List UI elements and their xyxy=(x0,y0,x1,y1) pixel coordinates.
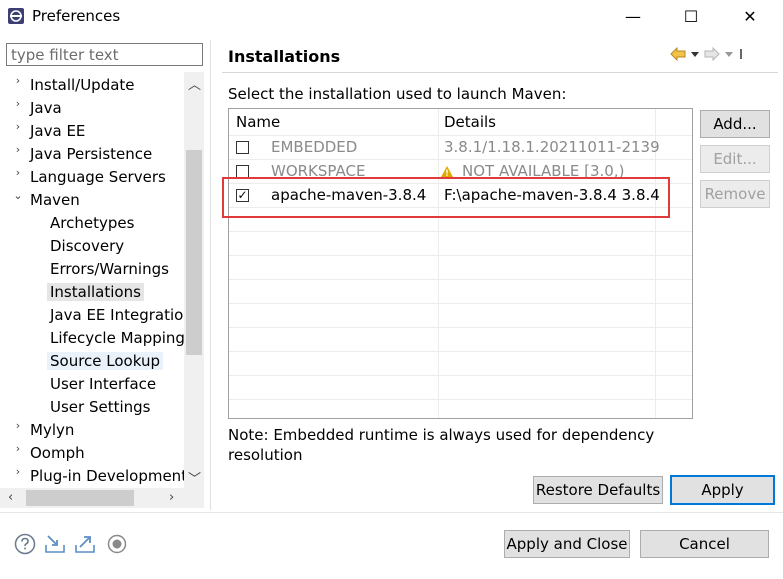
footer-separator xyxy=(0,512,783,513)
record-icon[interactable] xyxy=(106,533,128,555)
highlight-annotation-box xyxy=(222,177,670,218)
tree-vertical-scroll-thumb[interactable] xyxy=(186,150,202,355)
instruction-text: Select the installation used to launch M… xyxy=(228,85,567,103)
tree-horizontal-scroll-thumb[interactable] xyxy=(26,490,134,506)
minimize-button[interactable]: — xyxy=(610,0,656,32)
export-icon[interactable] xyxy=(74,533,96,555)
tree-item[interactable]: Java EE Integration xyxy=(50,304,193,326)
note-text: Note: Embedded runtime is always used fo… xyxy=(228,426,655,464)
help-icon[interactable] xyxy=(14,533,36,555)
tree-item-label: Oomph xyxy=(30,444,85,462)
row-divider xyxy=(229,279,692,280)
tree-item-label: Archetypes xyxy=(50,214,135,232)
collapsed-chevron-icon[interactable]: › xyxy=(11,442,25,464)
tree-item-label: Java Persistence xyxy=(30,145,153,163)
apply-button[interactable]: Apply xyxy=(670,475,775,505)
scroll-left-arrow-icon[interactable]: ‹ xyxy=(8,490,13,505)
tree-item[interactable]: Installations xyxy=(47,281,144,303)
collapsed-chevron-icon[interactable]: › xyxy=(11,74,25,96)
row-divider xyxy=(229,351,692,352)
import-icon[interactable] xyxy=(44,533,66,555)
scroll-right-arrow-icon[interactable]: › xyxy=(169,490,174,505)
tree-item-label: Java xyxy=(30,99,62,117)
add-button[interactable]: Add... xyxy=(700,110,770,138)
tree-item[interactable]: Archetypes xyxy=(50,212,134,234)
tree-item-label: Installations xyxy=(47,283,144,301)
tree-item[interactable]: Discovery xyxy=(50,235,124,257)
row-divider xyxy=(229,231,692,232)
collapsed-chevron-icon[interactable]: › xyxy=(11,143,25,165)
tree-item[interactable]: Source Lookup xyxy=(47,350,163,372)
tree-item-label: Errors/Warnings xyxy=(50,260,169,278)
scroll-up-arrow-icon[interactable]: ︿ xyxy=(188,74,201,93)
tree-item[interactable]: User Interface xyxy=(50,373,156,395)
tree-item[interactable]: Oomph xyxy=(30,442,85,464)
tree-item-label: Source Lookup xyxy=(47,352,163,370)
row-divider xyxy=(229,303,692,304)
tree-item-label: Maven xyxy=(30,191,80,209)
column-divider[interactable] xyxy=(438,109,439,418)
tree-item-label: Install/Update xyxy=(30,76,135,94)
page-title: Installations xyxy=(228,47,341,66)
filter-input[interactable] xyxy=(6,43,203,66)
restore-defaults-button[interactable]: Restore Defaults xyxy=(533,476,663,504)
tree-item-label: Lifecycle Mapping xyxy=(50,329,185,347)
eclipse-app-icon xyxy=(8,8,24,24)
collapsed-chevron-icon[interactable]: › xyxy=(11,465,25,487)
tree-item[interactable]: Language Servers xyxy=(30,166,166,188)
column-header-details[interactable]: Details xyxy=(444,109,496,135)
tree-item-label: Plug-in Development xyxy=(30,467,188,485)
tree-item-label: Java EE xyxy=(30,122,86,140)
tree-item[interactable]: Errors/Warnings xyxy=(50,258,169,280)
tree-item[interactable]: Java EE xyxy=(30,120,85,142)
tree-item[interactable]: Java xyxy=(30,97,62,119)
installations-table: Name Details EMBEDDED 3.8.1/1.18.1.20211… xyxy=(228,108,693,419)
tree-item[interactable]: Mylyn xyxy=(30,419,74,441)
installation-details: 3.8.1/1.18.1.20211011-2139 xyxy=(444,138,660,156)
view-menu-icon[interactable] xyxy=(738,49,748,59)
heading-separator xyxy=(222,72,778,73)
back-dropdown-icon[interactable] xyxy=(690,49,700,59)
installation-name: EMBEDDED xyxy=(271,138,358,156)
preference-tree: › Install/Update › Java › Java EE › Java Persis… xyxy=(0,72,205,512)
tree-item-label: Java EE Integration xyxy=(50,306,193,324)
tree-item[interactable]: Maven xyxy=(30,189,80,211)
row-divider xyxy=(229,255,692,256)
panel-divider[interactable] xyxy=(210,40,211,510)
apply-and-close-button[interactable]: Apply and Close xyxy=(504,530,630,558)
close-button[interactable]: ✕ xyxy=(727,0,773,32)
tree-item-label: Discovery xyxy=(50,237,125,255)
forward-dropdown-icon xyxy=(725,52,733,57)
tree-item-label: Language Servers xyxy=(30,168,166,186)
row-divider xyxy=(229,375,692,376)
tree-item-label: User Interface xyxy=(50,375,157,393)
tree-item-label: User Settings xyxy=(50,398,151,416)
column-header-name[interactable]: Name xyxy=(236,109,280,135)
tree-item[interactable]: Install/Update xyxy=(30,74,135,96)
history-navigation xyxy=(670,44,748,64)
collapsed-chevron-icon[interactable]: › xyxy=(11,120,25,142)
row-divider xyxy=(229,399,692,400)
scroll-down-arrow-icon[interactable]: ﹀ xyxy=(188,468,201,487)
cancel-button[interactable]: Cancel xyxy=(640,530,769,558)
collapsed-chevron-icon[interactable]: › xyxy=(11,419,25,441)
warning-icon xyxy=(441,166,453,177)
remove-button[interactable]: Remove xyxy=(700,180,770,208)
row-divider xyxy=(229,327,692,328)
maximize-button[interactable]: ☐ xyxy=(668,0,714,32)
tree-item[interactable]: Lifecycle Mapping xyxy=(50,327,185,349)
collapsed-chevron-icon[interactable]: › xyxy=(11,166,25,188)
back-arrow-icon[interactable] xyxy=(670,47,686,61)
tree-item[interactable]: Java Persistence xyxy=(30,143,152,165)
expanded-chevron-icon[interactable]: ⌄ xyxy=(11,189,25,211)
tree-item[interactable]: User Settings xyxy=(50,396,150,418)
collapsed-chevron-icon[interactable]: › xyxy=(11,97,25,119)
tree-item[interactable]: Plug-in Development xyxy=(30,465,187,487)
window-title: Preferences xyxy=(32,7,121,25)
edit-button[interactable]: Edit... xyxy=(700,145,770,173)
row-checkbox[interactable] xyxy=(236,141,249,154)
forward-arrow-icon xyxy=(704,47,720,61)
tree-item-label: Mylyn xyxy=(30,421,75,439)
